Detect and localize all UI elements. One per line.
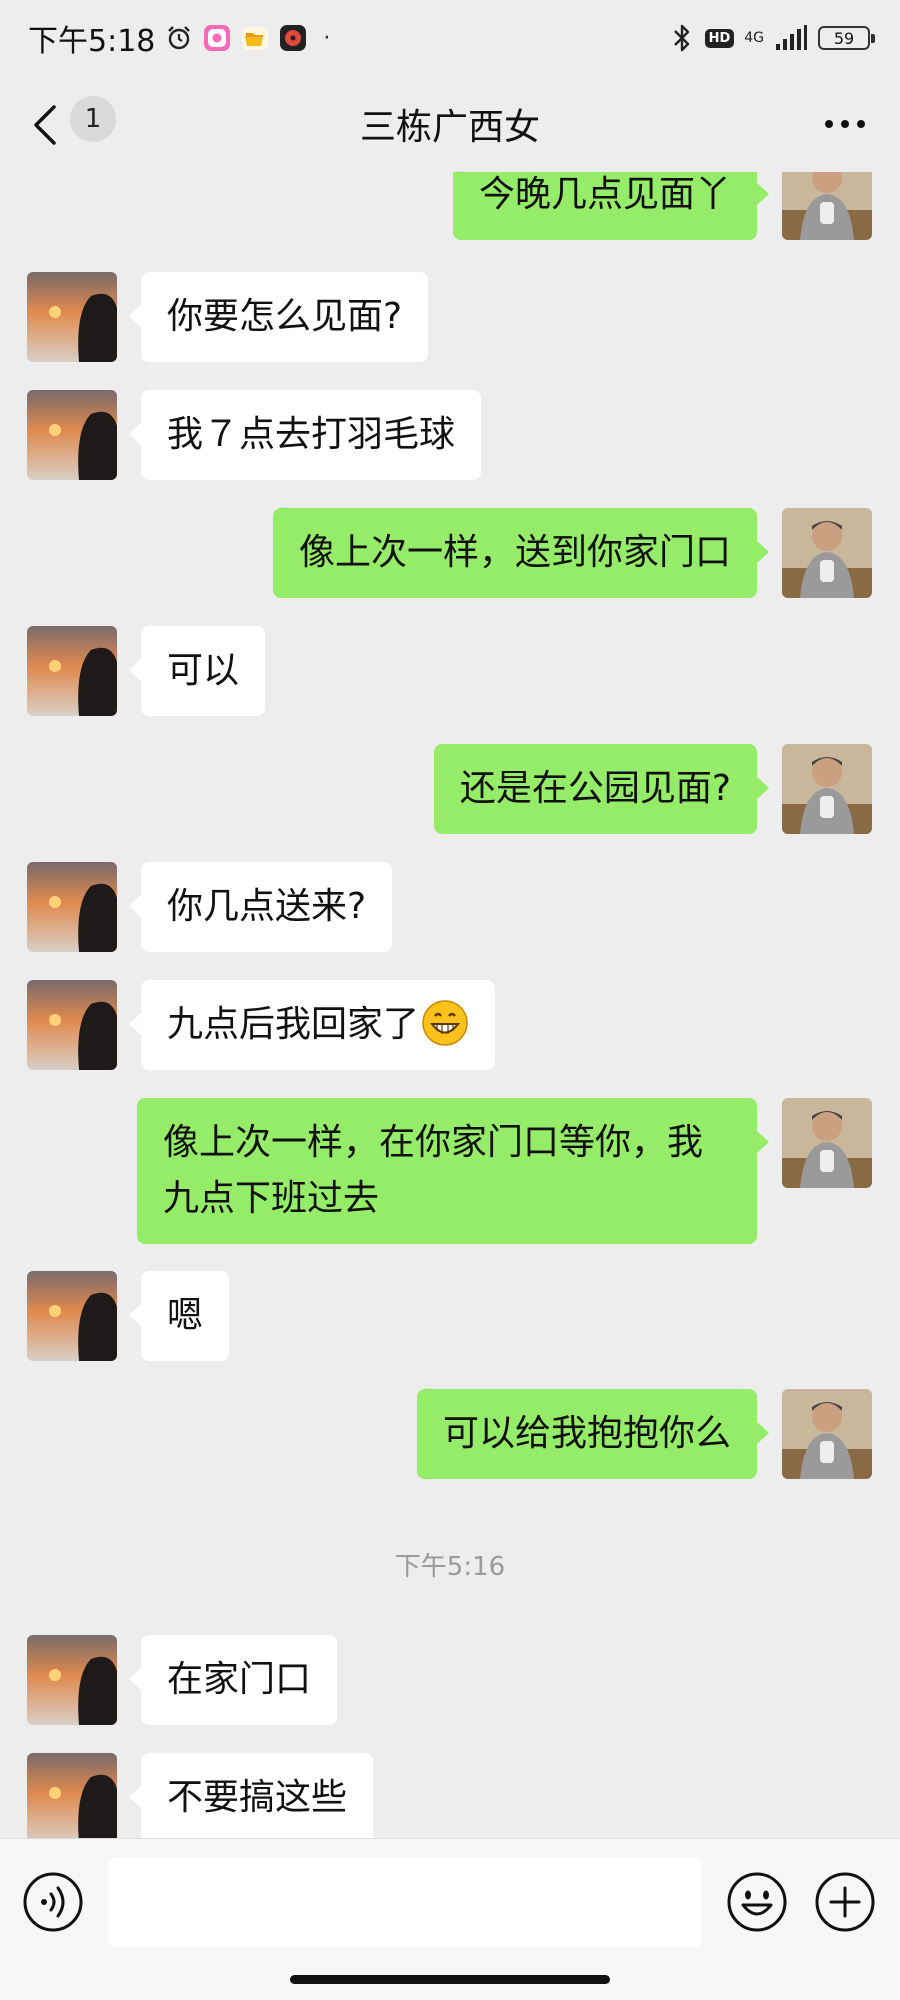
home-indicator[interactable] (290, 1975, 610, 1984)
my-avatar[interactable] (782, 744, 872, 834)
emoji-icon[interactable] (726, 1871, 788, 1933)
camera-app-icon (204, 25, 231, 51)
grin-emoji-icon (422, 1000, 468, 1046)
outgoing-message-bubble[interactable]: 今晚几点见面丫 (452, 172, 770, 240)
message-list[interactable]: 今晚几点见面丫 你要怎么见面? 我７点去打羽毛球 像上次一样，送到你家门口 可以… (0, 172, 900, 1838)
message-text: 九点后我回家了 (167, 1004, 420, 1045)
outgoing-message-bubble[interactable]: 像上次一样，在你家门口等你，我九点下班过去 (137, 1098, 769, 1244)
contact-avatar[interactable] (27, 1753, 117, 1838)
alarm-icon (168, 26, 191, 50)
music-app-icon (280, 25, 307, 51)
incoming-message-bubble[interactable]: 你几点送来? (128, 862, 393, 952)
status-right: HD 4G 59 (669, 18, 875, 58)
contact-avatar[interactable] (27, 862, 117, 952)
hd-badge: HD (704, 28, 735, 48)
incoming-message-bubble[interactable]: 可以 (128, 626, 266, 716)
contact-avatar[interactable] (27, 390, 117, 480)
contact-avatar[interactable] (27, 980, 117, 1070)
status-left: 下午5:18 · (28, 18, 331, 59)
outgoing-message-bubble[interactable]: 可以给我抱抱你么 (416, 1389, 770, 1479)
incoming-message-bubble[interactable]: 你要怎么见面? (128, 272, 429, 362)
battery-indicator: 59 (818, 26, 875, 50)
incoming-message-bubble[interactable]: 不要搞这些 (128, 1753, 374, 1838)
incoming-message-bubble[interactable]: 九点后我回家了 (128, 980, 496, 1070)
my-avatar[interactable] (782, 1389, 872, 1479)
chat-title: 三栋广西女 (359, 107, 540, 148)
contact-avatar[interactable] (27, 272, 117, 362)
contact-avatar[interactable] (27, 1635, 117, 1725)
voice-icon[interactable] (22, 1871, 84, 1933)
bluetooth-icon (673, 24, 689, 52)
my-avatar[interactable] (782, 508, 872, 598)
network-type: 4G (744, 30, 764, 46)
outgoing-message-bubble[interactable]: 像上次一样，送到你家门口 (272, 508, 770, 598)
status-dot: · (323, 25, 331, 51)
chat-header: 1 三栋广西女 (0, 78, 900, 172)
folder-app-icon (242, 27, 269, 50)
incoming-message-bubble[interactable]: 在家门口 (128, 1635, 338, 1725)
outgoing-message-bubble[interactable]: 还是在公园见面? (433, 744, 770, 834)
contact-avatar[interactable] (27, 1271, 117, 1361)
my-avatar[interactable] (782, 1098, 872, 1188)
my-avatar[interactable] (782, 172, 872, 240)
status-bar: 下午5:18 · HD 4G 59 (0, 0, 900, 78)
status-time: 下午5:18 (28, 24, 156, 59)
more-button[interactable] (820, 104, 870, 144)
more-dots-icon (825, 120, 865, 128)
time-divider: 下午5:16 (394, 1552, 506, 1582)
message-input[interactable] (108, 1857, 702, 1947)
plus-icon[interactable] (814, 1871, 876, 1933)
signal-icon (776, 25, 807, 50)
contact-avatar[interactable] (27, 626, 117, 716)
incoming-message-bubble[interactable]: 我７点去打羽毛球 (128, 390, 482, 480)
incoming-message-bubble[interactable]: 嗯 (128, 1271, 230, 1361)
